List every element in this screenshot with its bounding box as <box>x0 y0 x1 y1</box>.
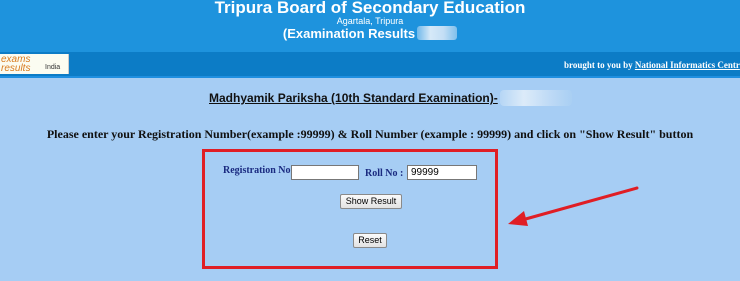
reset-button[interactable]: Reset <box>353 233 387 248</box>
site-header: Tripura Board of Secondary Education Aga… <box>0 0 740 52</box>
roll-label: Roll No : <box>365 168 404 179</box>
exam-title-text: Madhyamik Pariksha (10th Standard Examin… <box>209 91 498 105</box>
registration-input[interactable] <box>291 165 359 180</box>
attribution: brought to you by National Informatics C… <box>564 60 740 70</box>
redacted-exam-year <box>499 90 572 106</box>
exam-title: Madhyamik Pariksha (10th Standard Examin… <box>209 90 572 106</box>
logo-results-text: results <box>1 63 31 74</box>
examsresults-logo[interactable]: exams results India <box>0 54 69 74</box>
location-subtitle: Agartala, Tripura <box>336 16 404 26</box>
logo-india-text: India <box>45 64 61 71</box>
registration-label: Registration No : <box>223 165 297 176</box>
redacted-year <box>417 26 458 40</box>
results-heading-text: (Examination Results <box>282 26 416 41</box>
show-result-button[interactable]: Show Result <box>340 194 402 209</box>
nic-link[interactable]: National Informatics Centr <box>635 60 740 70</box>
results-heading: (Examination Results <box>0 26 740 41</box>
info-band: exams results India brought to you by Na… <box>0 52 740 78</box>
red-arrow-icon <box>508 186 639 226</box>
instruction-text: Please enter your Registration Number(ex… <box>46 127 694 141</box>
roll-input[interactable]: 99999 <box>407 165 477 180</box>
brought-by-text: brought to you by <box>564 60 633 70</box>
